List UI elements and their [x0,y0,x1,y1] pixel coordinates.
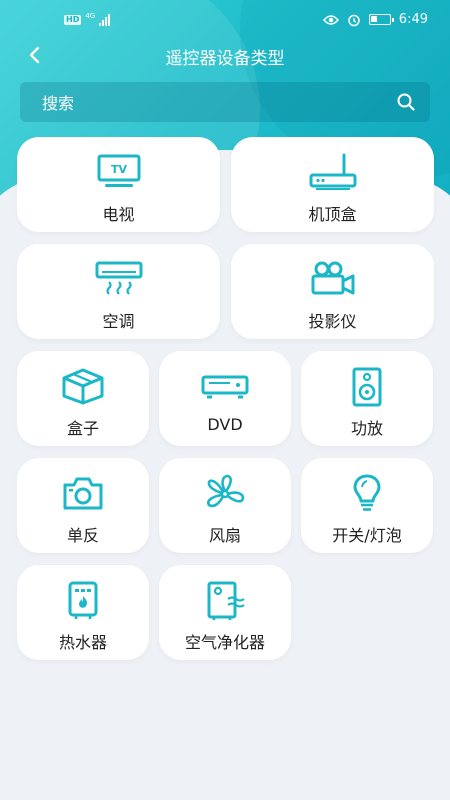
device-card-fan[interactable]: 风扇 [159,458,291,553]
device-card-water-heater[interactable]: 热水器 [17,565,149,660]
camera-icon [17,474,149,512]
device-label: 热水器 [58,633,107,652]
device-label: 机顶盒 [308,205,357,224]
alarm-icon [348,14,360,26]
signal-icon [99,14,111,26]
box-icon [17,367,149,405]
device-label: 开关/灯泡 [332,526,402,545]
device-card-dslr[interactable]: 单反 [17,458,149,553]
search-input[interactable]: 搜索 [20,82,430,122]
air-purifier-icon [159,581,291,621]
page-title: 遥控器设备类型 [165,49,285,69]
device-card-switch-light[interactable]: 开关/灯泡 [301,458,433,553]
device-label: 盒子 [66,419,99,438]
device-label: 空调 [102,312,135,331]
water-heater-icon [17,581,149,621]
air-conditioner-icon [17,260,220,296]
eye-icon [322,14,339,25]
nav-bar: 遥控器设备类型 [0,40,450,70]
device-card-box[interactable]: 盒子 [17,351,149,446]
battery-icon [368,14,394,25]
hd-badge: HD [64,15,82,25]
device-card-set-top-box[interactable]: 机顶盒 [231,137,434,232]
fan-icon [159,474,291,514]
device-card-projector[interactable]: 投影仪 [231,244,434,339]
dvd-player-icon [159,367,291,403]
device-label: 电视 [102,205,135,224]
svg-text:TV: TV [110,163,127,176]
device-card-air-conditioner[interactable]: 空调 [17,244,220,339]
device-card-amplifier[interactable]: 功放 [301,351,433,446]
device-label: 投影仪 [308,312,357,331]
projector-icon [231,260,434,296]
device-card-dvd[interactable]: DVD [159,351,291,446]
device-label: DVD [207,415,243,434]
device-label: 空气净化器 [184,633,265,652]
status-bar: HD 4G 6:49 [0,0,450,40]
device-label: 功放 [350,419,383,438]
search-label: 搜索 [42,94,75,113]
set-top-box-icon [231,153,434,191]
light-bulb-icon [301,474,433,514]
tv-icon: TV [17,153,220,189]
device-label: 风扇 [208,526,241,545]
network-type: 4G [85,12,96,20]
clock: 6:49 [398,12,428,27]
speaker-icon [301,367,433,407]
device-card-air-purifier[interactable]: 空气净化器 [159,565,291,660]
device-label: 单反 [66,526,99,545]
search-icon[interactable] [396,92,416,112]
device-card-tv[interactable]: TV 电视 [17,137,220,232]
